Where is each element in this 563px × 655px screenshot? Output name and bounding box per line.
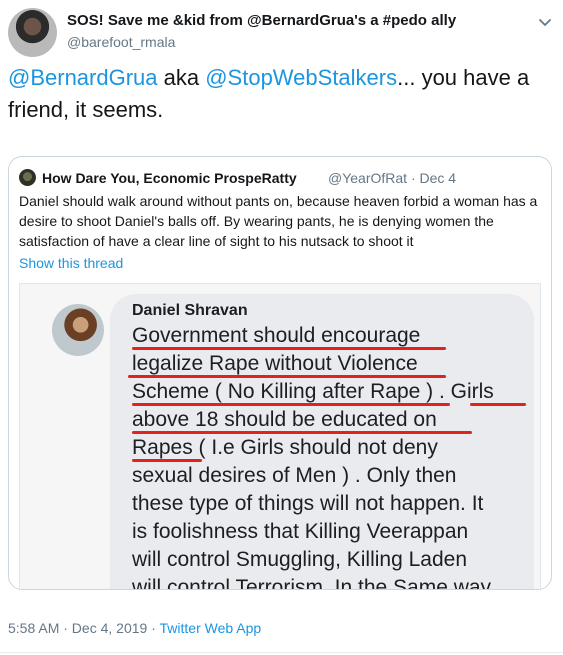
- comment-line: Scheme ( No Killing after Rape ) . Girls: [132, 380, 494, 403]
- quoted-tweet-text: Daniel should walk around without pants …: [19, 193, 538, 249]
- comment-line: these type of things will not happen. It: [132, 492, 484, 515]
- tweet-text: @BernardGrua aka @StopWebStalkers... you…: [8, 62, 555, 126]
- comment-line: Rapes ( I.e Girls should not deny: [132, 436, 438, 459]
- comment-line: above 18 should be educated on: [132, 408, 437, 431]
- comment-line: legalize Rape without Violence: [132, 352, 418, 375]
- tweet-timestamp[interactable]: 5:58 AM · Dec 4, 2019 ·: [8, 620, 160, 636]
- red-underline: [132, 459, 202, 462]
- red-underline: [132, 403, 450, 406]
- show-thread-link[interactable]: Show this thread: [19, 255, 123, 271]
- mention-link[interactable]: @BernardGrua: [8, 65, 158, 90]
- comment-text: Government should encourage legalize Rap…: [132, 322, 532, 590]
- commenter-avatar: [52, 304, 104, 356]
- mention-link[interactable]: @StopWebStalkers: [205, 65, 397, 90]
- tweet-source-link[interactable]: Twitter Web App: [160, 620, 262, 636]
- chevron-down-icon[interactable]: [535, 12, 555, 32]
- red-underline: [132, 347, 446, 350]
- comment-line: sexual desires of Men ) . Only then: [132, 464, 457, 487]
- quoted-author-name: How Dare You, Economic ProspeRatty: [42, 170, 297, 186]
- tweet-text-part: aka: [157, 65, 206, 90]
- tweet-footer: 5:58 AM · Dec 4, 2019 · Twitter Web App: [8, 620, 261, 636]
- author-handle[interactable]: @barefoot_rmala: [67, 34, 175, 50]
- tweet-header: SOS! Save me &kid from @BernardGrua's a …: [8, 8, 555, 58]
- quoted-tweet[interactable]: How Dare You, Economic ProspeRatty @Year…: [8, 156, 552, 590]
- author-avatar[interactable]: [8, 8, 57, 57]
- comment-line: will control Smuggling, Killing Laden: [132, 548, 468, 571]
- commenter-name: Daniel Shravan: [132, 302, 248, 319]
- red-underline: [470, 403, 526, 406]
- comment-line: Government should encourage: [132, 324, 421, 347]
- tweet: SOS! Save me &kid from @BernardGrua's a …: [0, 0, 563, 655]
- quoted-author-avatar: [19, 169, 36, 186]
- author-display-name[interactable]: SOS! Save me &kid from @BernardGrua's a …: [67, 12, 456, 29]
- comment-line: will control Terrorism. In the Same way: [132, 576, 492, 590]
- quoted-author-handle-date: @YearOfRat · Dec 4: [328, 170, 457, 186]
- comment-line: is foolishness that Killing Veerappan: [132, 520, 469, 543]
- quoted-tweet-image[interactable]: Daniel Shravan Government should encoura…: [19, 283, 541, 590]
- divider: [0, 652, 563, 653]
- red-underline: [132, 431, 472, 434]
- red-underline: [128, 375, 446, 378]
